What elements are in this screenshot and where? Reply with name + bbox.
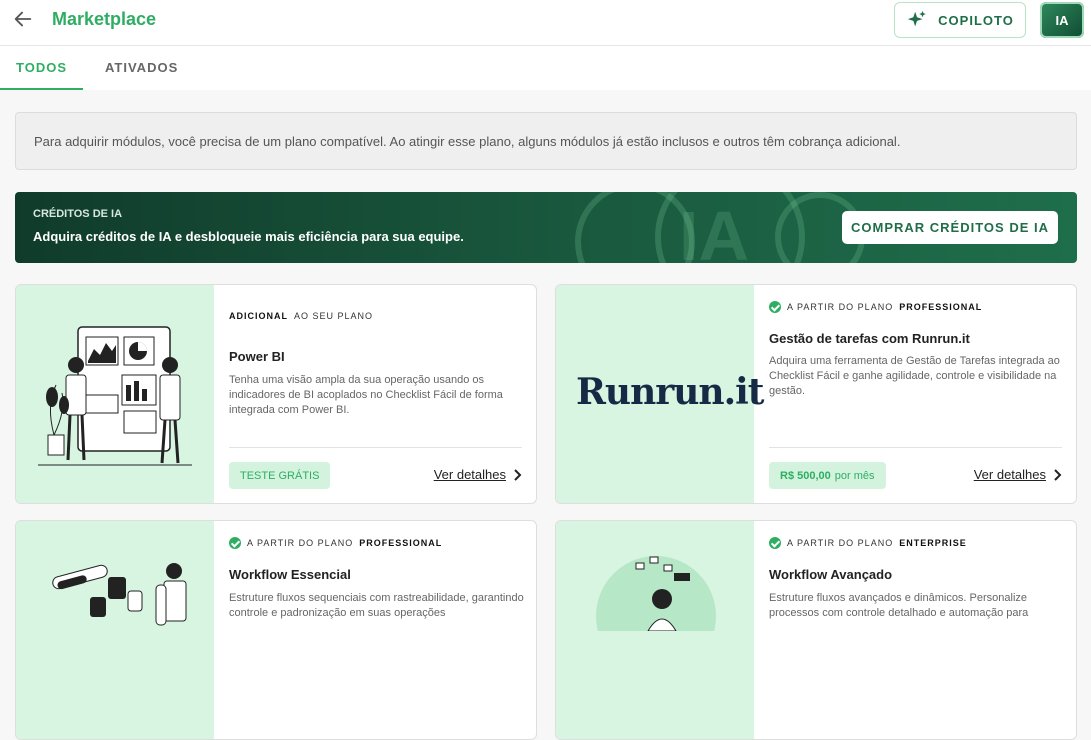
card-illustration: Runrun.it xyxy=(556,285,764,503)
back-arrow-icon[interactable] xyxy=(12,8,34,30)
banner-headline: Adquira créditos de IA e desbloqueie mai… xyxy=(33,229,464,244)
card-body: ADICIONAL AO SEU PLANO Power BI Tenha um… xyxy=(229,285,522,503)
badge-bold-text: PROFESSIONAL xyxy=(359,538,443,548)
badge-bold-text: PROFESSIONAL xyxy=(899,302,983,312)
runrun-logo: Runrun.it xyxy=(576,371,764,413)
tab-ativados[interactable]: ATIVADOS xyxy=(105,46,178,90)
card-description: Tenha uma visão ampla da sua operação us… xyxy=(229,374,503,416)
module-card-runrun[interactable]: Runrun.it A PARTIR DO PLANO PROFESSIONAL… xyxy=(555,284,1077,504)
banner-kicker: CRÉDITOS DE IA xyxy=(33,208,123,220)
badge-text: A PARTIR DO PLANO xyxy=(787,538,894,548)
view-details-label: Ver detalhes xyxy=(973,467,1046,482)
price-period: por mês xyxy=(834,469,875,482)
bi-dashboard-illustration-icon xyxy=(38,326,192,466)
check-circle-icon xyxy=(769,301,781,313)
page-title: Marketplace xyxy=(52,9,157,29)
badge-text: A PARTIR DO PLANO xyxy=(787,302,894,312)
price-value: R$ 500,00 xyxy=(780,469,831,482)
card-illustration xyxy=(16,521,214,739)
card-title: Gestão de tarefas com Runrun.it xyxy=(769,331,970,346)
check-circle-icon xyxy=(769,537,781,549)
card-title: Power BI xyxy=(229,349,285,364)
plan-badge: A PARTIR DO PLANO ENTERPRISE xyxy=(769,537,967,549)
tab-todos[interactable]: TODOS xyxy=(0,46,83,90)
advanced-workflow-illustration-icon xyxy=(596,556,716,676)
card-description: Estruture fluxos sequenciais com rastrea… xyxy=(229,592,524,619)
plan-badge: A PARTIR DO PLANO PROFESSIONAL xyxy=(229,537,442,549)
card-body: A PARTIR DO PLANO PROFESSIONAL Gestão de… xyxy=(769,285,1062,503)
card-title: Workflow Essencial xyxy=(229,567,351,582)
tab-bar: TODOS ATIVADOS xyxy=(0,46,1091,90)
buy-ai-credits-button[interactable]: COMPRAR CRÉDITOS DE IA xyxy=(842,211,1058,244)
top-bar: Marketplace COPILOTO IA xyxy=(0,0,1091,46)
free-trial-label: TESTE GRÁTIS xyxy=(240,469,320,482)
chevron-right-icon xyxy=(1054,468,1062,481)
card-divider xyxy=(229,447,522,448)
view-details-link[interactable]: Ver detalhes xyxy=(974,467,1062,482)
card-body: A PARTIR DO PLANO PROFESSIONAL Workflow … xyxy=(229,521,524,739)
card-divider xyxy=(769,447,1062,448)
badge-bold-text: ADICIONAL xyxy=(229,311,288,321)
module-card-workflow-essencial[interactable]: A PARTIR DO PLANO PROFESSIONAL Workflow … xyxy=(15,520,537,740)
chevron-right-icon xyxy=(514,468,522,481)
ai-credits-banner: IA CRÉDITOS DE IA Adquira créditos de IA… xyxy=(15,192,1077,263)
plan-notice: Para adquirir módulos, você precisa de u… xyxy=(15,112,1077,170)
module-card-power-bi[interactable]: ADICIONAL AO SEU PLANO Power BI Tenha um… xyxy=(15,284,537,504)
card-illustration xyxy=(16,285,214,503)
card-title: Workflow Avançado xyxy=(769,567,893,582)
price-badge: R$ 500,00 por mês xyxy=(769,462,886,489)
badge-text: A PARTIR DO PLANO xyxy=(247,538,354,548)
module-card-workflow-avancado[interactable]: A PARTIR DO PLANO ENTERPRISE Workflow Av… xyxy=(555,520,1077,740)
ia-watermark: IA xyxy=(679,197,749,263)
check-circle-icon xyxy=(229,537,241,549)
badge-text: AO SEU PLANO xyxy=(294,311,374,321)
card-description: Adquira uma ferramenta de Gestão de Tare… xyxy=(769,355,1060,397)
copilot-label: COPILOTO xyxy=(938,12,1014,28)
badge-bold-text: ENTERPRISE xyxy=(899,538,967,548)
card-body: A PARTIR DO PLANO ENTERPRISE Workflow Av… xyxy=(769,521,1062,739)
workflow-illustration-icon xyxy=(52,563,187,626)
plan-badge: ADICIONAL AO SEU PLANO xyxy=(229,311,373,321)
view-details-label: Ver detalhes xyxy=(433,467,506,482)
plan-badge: A PARTIR DO PLANO PROFESSIONAL xyxy=(769,301,982,313)
card-description: Estruture fluxos avançados e dinâmicos. … xyxy=(769,592,1029,619)
sparkle-icon xyxy=(908,10,926,27)
copilot-button[interactable]: COPILOTO xyxy=(894,2,1026,38)
free-trial-badge: TESTE GRÁTIS xyxy=(229,462,331,489)
view-details-link[interactable]: Ver detalhes xyxy=(434,467,522,482)
user-avatar[interactable]: IA xyxy=(1040,2,1084,38)
card-illustration xyxy=(556,521,754,739)
